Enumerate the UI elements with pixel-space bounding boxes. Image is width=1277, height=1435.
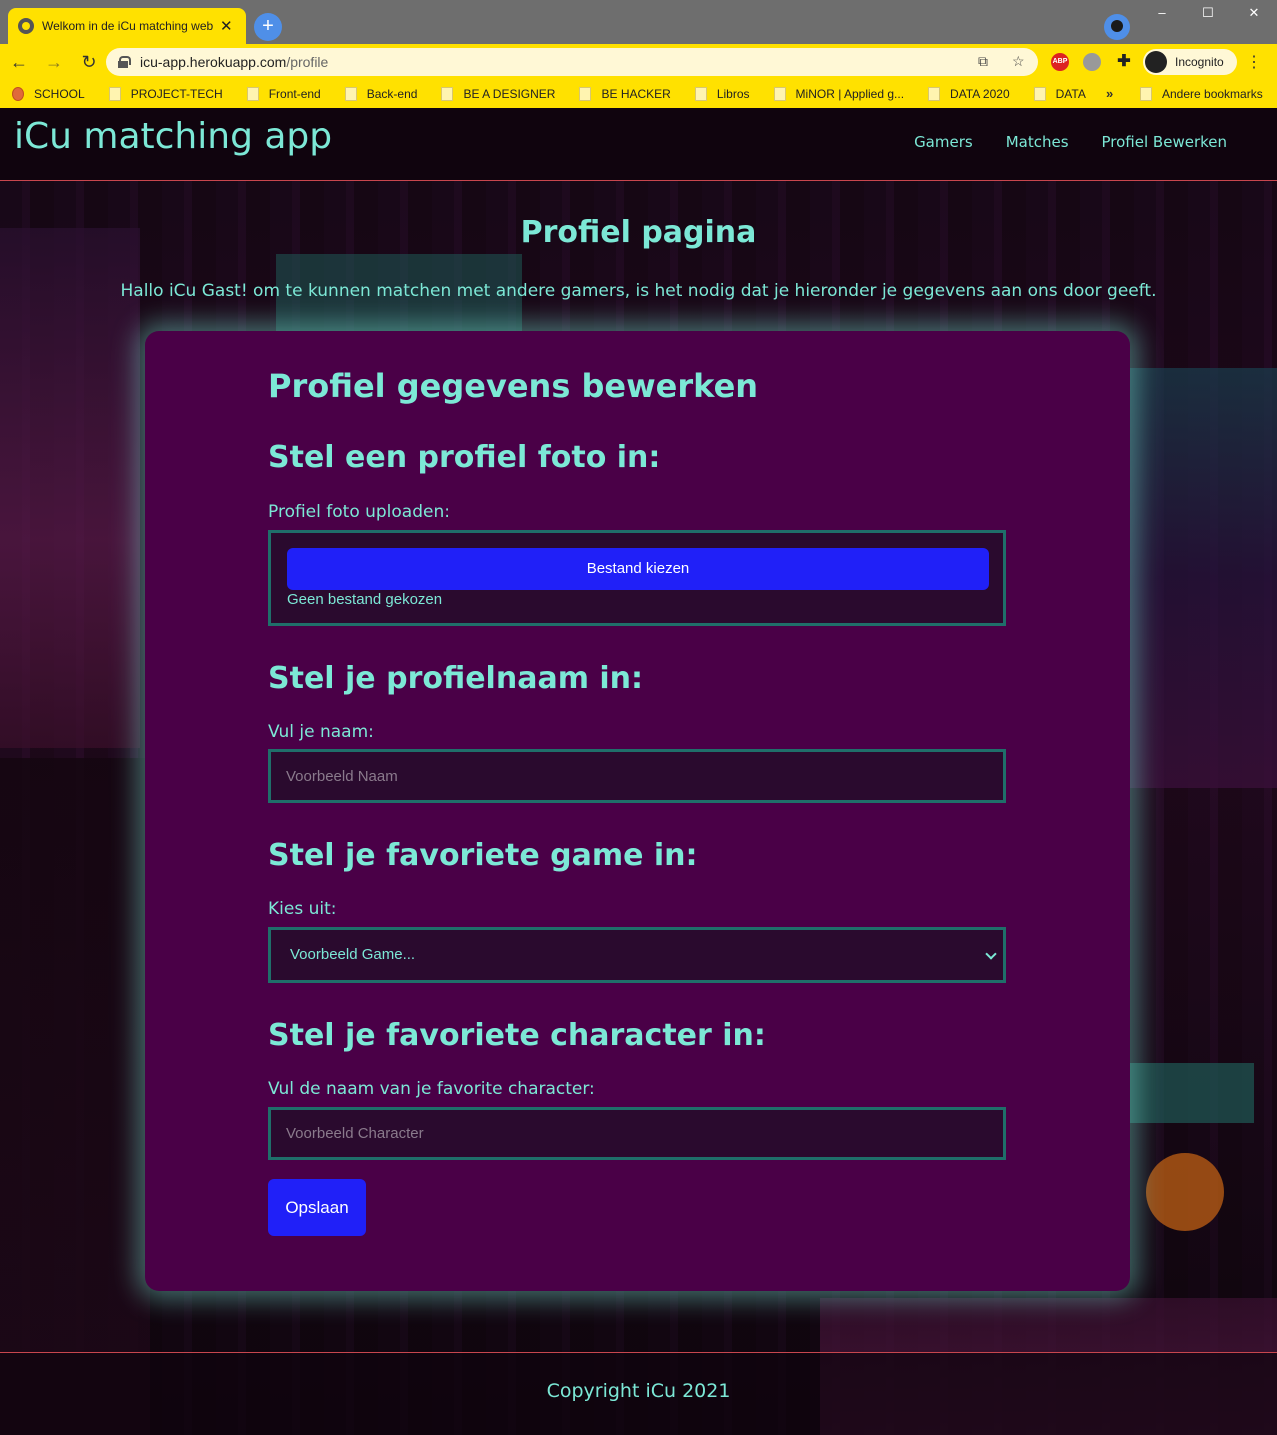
choose-file-button[interactable]: Bestand kiezen: [287, 548, 989, 590]
folder-icon: [579, 87, 592, 101]
site-nav: Gamers Matches Profiel Bewerken: [914, 133, 1227, 151]
tab-title: Welkom in de iCu matching web: [42, 19, 214, 33]
nav-link-matches[interactable]: Matches: [1006, 133, 1069, 151]
close-tab-icon[interactable]: ✕: [220, 17, 233, 35]
game-select[interactable]: Voorbeeld Game...: [268, 927, 1006, 983]
game-label: Kies uit:: [268, 899, 337, 919]
character-section-title: Stel je favoriete character in:: [268, 1018, 766, 1053]
photo-upload-label: Profiel foto uploaden:: [268, 502, 450, 522]
school-icon: [12, 87, 24, 101]
copyright-text: Copyright iCu 2021: [546, 1380, 731, 1402]
reload-icon[interactable]: ↻: [73, 52, 105, 73]
folder-icon: [344, 87, 357, 101]
folder-icon: [773, 87, 786, 101]
background-building: [0, 758, 150, 1435]
adblock-icon[interactable]: ABP: [1051, 53, 1069, 71]
bookmark-folder[interactable]: DATA 2020: [928, 87, 1010, 101]
bookmark-folder[interactable]: Front-end: [246, 87, 321, 101]
photo-section-title: Stel een profiel foto in:: [268, 440, 661, 475]
back-arrow-icon[interactable]: ←: [3, 52, 35, 73]
name-section-title: Stel je profielnaam in:: [268, 661, 644, 696]
save-button[interactable]: Opslaan: [268, 1179, 366, 1236]
name-field-box: [268, 749, 1006, 803]
background-sign: [1130, 1063, 1254, 1123]
address-bar[interactable]: icu-app.herokuapp.com/profile ⧉ ☆: [106, 48, 1038, 76]
folder-icon: [694, 87, 707, 101]
translate-icon[interactable]: ⧉: [978, 53, 988, 70]
bookmark-folder[interactable]: MiNOR | Applied g...: [773, 87, 904, 101]
star-icon[interactable]: ☆: [1012, 53, 1025, 70]
bookmark-folder[interactable]: PROJECT-TECH: [108, 87, 223, 101]
folder-icon: [1033, 87, 1046, 101]
bookmark-school[interactable]: SCHOOL: [12, 87, 85, 101]
site-title: iCu matching app: [14, 116, 333, 157]
file-upload-field: Bestand kiezen Geen bestand gekozen: [268, 530, 1006, 626]
nav-link-gamers[interactable]: Gamers: [914, 133, 973, 151]
incognito-profile-button[interactable]: Incognito: [1143, 49, 1237, 75]
game-select-value: Voorbeeld Game...: [290, 946, 416, 963]
maximize-button[interactable]: ☐: [1185, 0, 1231, 28]
other-bookmarks[interactable]: Andere bookmarks: [1140, 87, 1263, 101]
bookmark-folder[interactable]: Libros: [694, 87, 750, 101]
intro-text: Hallo iCu Gast! om te kunnen matchen met…: [120, 281, 1157, 301]
game-section-title: Stel je favoriete game in:: [268, 838, 698, 873]
bookmark-folder[interactable]: BE HACKER: [579, 87, 671, 101]
folder-icon: [1140, 87, 1152, 101]
new-tab-button[interactable]: +: [254, 13, 282, 41]
browser-tab-active[interactable]: Welkom in de iCu matching web ✕: [8, 8, 246, 44]
form-title: Profiel gegevens bewerken: [268, 367, 759, 405]
folder-icon: [246, 87, 259, 101]
name-label: Vul je naam:: [268, 722, 374, 742]
page-viewport: iCu matching app Gamers Matches Profiel …: [0, 108, 1277, 1435]
folder-icon: [108, 87, 121, 101]
incognito-label: Incognito: [1175, 55, 1224, 69]
folder-icon: [441, 87, 454, 101]
window-controls: – ☐ ✕: [1139, 0, 1277, 28]
bookmark-folder[interactable]: Back-end: [344, 87, 417, 101]
bookmark-folder[interactable]: BE A DESIGNER: [441, 87, 555, 101]
chevron-down-icon: [985, 948, 997, 960]
site-header: iCu matching app Gamers Matches Profiel …: [0, 108, 1277, 181]
minimize-button[interactable]: –: [1139, 0, 1185, 28]
bookmark-folder[interactable]: DATA: [1033, 87, 1086, 101]
bookmarks-overflow-button[interactable]: »: [1106, 86, 1113, 101]
browser-toolbar: ← → ↻ icu-app.herokuapp.com/profile ⧉ ☆ …: [0, 44, 1277, 80]
background-building: [0, 228, 140, 748]
bookmarks-bar: SCHOOL PROJECT-TECH Front-end Back-end B…: [0, 80, 1277, 108]
puzzle-icon[interactable]: ✚: [1115, 53, 1133, 71]
forward-arrow-icon[interactable]: →: [38, 52, 70, 73]
character-field-box: [268, 1107, 1006, 1160]
character-label: Vul de naam van je favorite character:: [268, 1079, 595, 1099]
background-building: [1130, 368, 1277, 788]
menu-dots-icon[interactable]: ⋮: [1246, 52, 1262, 72]
browser-tab-bar: Welkom in de iCu matching web ✕ + – ☐ ✕: [0, 0, 1277, 44]
page-title: Profiel pagina: [520, 215, 757, 250]
lock-icon: [118, 56, 131, 68]
file-status-text: Geen bestand gekozen: [287, 591, 443, 608]
url-path: /profile: [286, 54, 329, 70]
close-window-button[interactable]: ✕: [1231, 0, 1277, 28]
tab-search-button[interactable]: [1104, 14, 1130, 40]
name-input[interactable]: [271, 752, 1003, 800]
nav-link-profile-edit[interactable]: Profiel Bewerken: [1102, 133, 1227, 151]
url-host: icu-app.herokuapp.com: [140, 54, 287, 70]
character-input[interactable]: [271, 1110, 1003, 1157]
site-footer: Copyright iCu 2021: [0, 1352, 1277, 1435]
profile-form-card: Profiel gegevens bewerken Stel een profi…: [145, 331, 1130, 1291]
folder-icon: [928, 87, 941, 101]
incognito-icon: [1145, 51, 1167, 73]
background-smiley: [1146, 1153, 1224, 1231]
extension-gear-icon[interactable]: [1083, 53, 1101, 71]
globe-icon: [18, 18, 34, 34]
